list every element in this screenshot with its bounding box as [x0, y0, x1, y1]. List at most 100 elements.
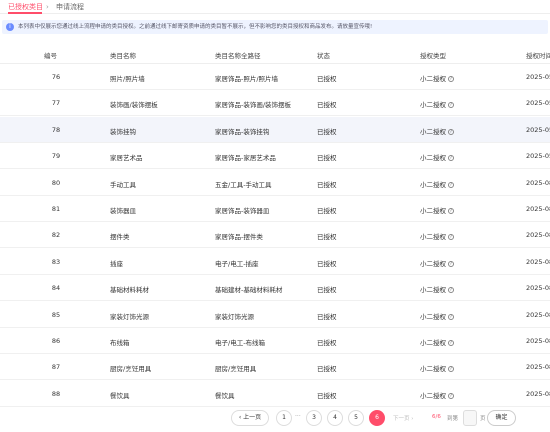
cell-status-text: 已授权: [317, 233, 337, 242]
help-icon[interactable]: ?: [448, 102, 454, 109]
cell-auth-type: 小二授权?: [420, 311, 480, 321]
help-icon[interactable]: ?: [448, 366, 454, 373]
help-icon[interactable]: ?: [448, 234, 454, 241]
table-row[interactable]: 76 照片/照片墙 家居饰品-照片/照片墙 已授权 小二授权? 2025-05: [0, 64, 550, 90]
cell-category-path-text: 五金/工具-手动工具: [215, 180, 272, 189]
cell-status-text: 已授权: [317, 75, 337, 83]
col-header-type: 授权类型: [420, 52, 446, 60]
table-row[interactable]: 78 装饰挂钩 家居饰品-装饰挂钩 已授权 小二授权? 2025-05: [0, 116, 550, 143]
cell-no-text: 82: [51, 231, 61, 240]
cell-auth-type-text: 小二授权: [420, 154, 446, 163]
cell-auth-time-text: 2025-08: [526, 231, 550, 240]
page-button-6-current[interactable]: 6: [369, 410, 385, 426]
breadcrumb-separator: ›: [46, 3, 49, 11]
goto-label: 到第: [447, 416, 459, 422]
cell-auth-type-text: 小二授权: [420, 391, 446, 400]
cell-auth-time-text: 2025-08: [526, 363, 550, 372]
page-unit-label: 页: [480, 416, 486, 422]
cell-auth-type: 小二授权?: [420, 126, 480, 136]
help-icon[interactable]: ?: [448, 181, 454, 188]
cell-auth-time: 2025-08: [526, 311, 550, 319]
cell-no: 82: [44, 231, 68, 239]
cell-category-name-text: 摆件类: [110, 233, 130, 242]
table-row[interactable]: 87 厨房/烹饪用具 厨房/烹饪用具 已授权 小二授权? 2025-08: [0, 354, 550, 381]
table-row[interactable]: 86 布线箱 电子/电工-布线箱 已授权 小二授权? 2025-08: [0, 328, 550, 354]
help-icon[interactable]: ?: [448, 340, 454, 346]
table-row[interactable]: 88 餐饮具 餐饮具 已授权 小二授权? 2025-08: [0, 381, 550, 407]
tab-application-process[interactable]: 申请流程: [56, 2, 84, 12]
cell-category-name: 摆件类: [110, 231, 205, 241]
cell-category-name-text: 布线箱: [110, 339, 130, 347]
cell-auth-time-text: 2025-08: [526, 310, 550, 319]
cell-status: 已授权: [317, 205, 357, 215]
help-icon[interactable]: ?: [448, 260, 454, 267]
cell-auth-type: 小二授权?: [420, 99, 480, 109]
table-row[interactable]: 79 家居艺术品 家居饰品-家居艺术品 已授权 小二授权? 2025-05: [0, 143, 550, 170]
cell-auth-time-text: 2025-08: [526, 178, 550, 187]
table-row[interactable]: 85 家装灯饰光源 家装灯饰光源 已授权 小二授权? 2025-08: [0, 302, 550, 328]
page-button-4[interactable]: 4: [327, 410, 343, 426]
prev-page-button[interactable]: ‹ 上一页: [231, 410, 269, 426]
cell-auth-time-text: 2025-08: [526, 389, 550, 398]
help-icon[interactable]: ?: [448, 392, 454, 399]
help-icon[interactable]: ?: [448, 76, 454, 82]
cell-auth-type-text: 小二授权: [420, 365, 446, 374]
cell-auth-type: 小二授权?: [420, 284, 480, 294]
page-button-1[interactable]: 1: [276, 410, 292, 426]
cell-auth-time-text: 2025-05: [526, 152, 550, 161]
help-icon[interactable]: ?: [448, 155, 454, 162]
cell-auth-type-text: 小二授权: [420, 233, 446, 242]
help-icon[interactable]: ?: [448, 128, 454, 135]
help-icon[interactable]: ?: [448, 313, 454, 320]
cell-category-name-text: 厨房/烹饪用具: [110, 365, 152, 374]
cell-category-name: 家居艺术品: [110, 152, 205, 162]
cell-auth-time: 2025-05: [526, 126, 550, 134]
notice-banner: i 本列表中仅展示您通过线上流程申请的类目授权。之前通过线下邮寄资质申请的类目暂…: [2, 20, 548, 34]
cell-category-path-text: 家居饰品-装饰画/装饰摆板: [215, 101, 292, 110]
cell-category-name-text: 餐饮具: [110, 391, 130, 400]
help-icon[interactable]: ?: [448, 287, 454, 294]
confirm-button[interactable]: 确定: [487, 410, 516, 426]
cell-status-text: 已授权: [317, 101, 337, 110]
cell-auth-time: 2025-08: [526, 337, 550, 345]
tab-bar: 已授权类目 › 申请流程: [0, 0, 550, 14]
next-page-button[interactable]: 下一页 ›: [393, 414, 413, 422]
tab-authorized-categories[interactable]: 已授权类目: [8, 2, 43, 12]
cell-auth-time: 2025-05: [526, 99, 550, 107]
cell-category-path: 家装灯饰光源: [215, 311, 310, 321]
cell-no: 79: [44, 152, 68, 160]
cell-no-text: 77: [51, 99, 61, 108]
cell-category-name-text: 家居艺术品: [110, 154, 143, 163]
cell-category-name: 家装灯饰光源: [110, 311, 205, 321]
cell-auth-time-text: 2025-08: [526, 284, 550, 293]
cell-no: 85: [44, 311, 68, 319]
col-header-path: 类目名称全路径: [215, 52, 261, 60]
page-button-3[interactable]: 3: [306, 410, 322, 426]
col-header-time: 授权时间: [526, 52, 550, 60]
table-row[interactable]: 84 基础材料耗材 基础建材-基础材料耗材 已授权 小二授权? 2025-08: [0, 275, 550, 302]
cell-no-text: 84: [51, 284, 61, 293]
page-button-5[interactable]: 5: [348, 410, 364, 426]
cell-auth-type: 小二授权?: [420, 363, 480, 373]
cell-no: 83: [44, 258, 68, 266]
cell-category-path: 五金/工具-手动工具: [215, 179, 310, 189]
cell-category-name: 装饰画/装饰摆板: [110, 99, 205, 109]
cell-no: 81: [44, 205, 68, 213]
cell-category-name-text: 基础材料耗材: [110, 286, 149, 295]
page-ellipsis: ···: [295, 413, 301, 420]
table-row[interactable]: 80 手动工具 五金/工具-手动工具 已授权 小二授权? 2025-08: [0, 170, 550, 196]
table-row[interactable]: 83 插座 电子/电工-插座 已授权 小二授权? 2025-08: [0, 249, 550, 275]
help-icon[interactable]: ?: [448, 208, 454, 214]
cell-auth-type: 小二授权?: [420, 231, 480, 241]
cell-auth-type: 小二授权?: [420, 390, 480, 400]
cell-category-path-text: 电子/电工-布线箱: [215, 339, 266, 347]
col-header-no: 编号: [44, 52, 57, 60]
table-row[interactable]: 81 装饰器皿 家居饰品-装饰器皿 已授权 小二授权? 2025-08: [0, 196, 550, 222]
page-number-input[interactable]: [463, 410, 477, 426]
cell-auth-type-text: 小二授权: [420, 312, 446, 321]
cell-category-path-text: 家装灯饰光源: [215, 312, 254, 321]
cell-auth-time-text: 2025-05: [526, 99, 550, 108]
cell-no-text: 85: [51, 310, 61, 319]
table-row[interactable]: 82 摆件类 家居饰品-摆件类 已授权 小二授权? 2025-08: [0, 222, 550, 249]
table-row[interactable]: 77 装饰画/装饰摆板 家居饰品-装饰画/装饰摆板 已授权 小二授权? 2025-05: [0, 90, 550, 117]
